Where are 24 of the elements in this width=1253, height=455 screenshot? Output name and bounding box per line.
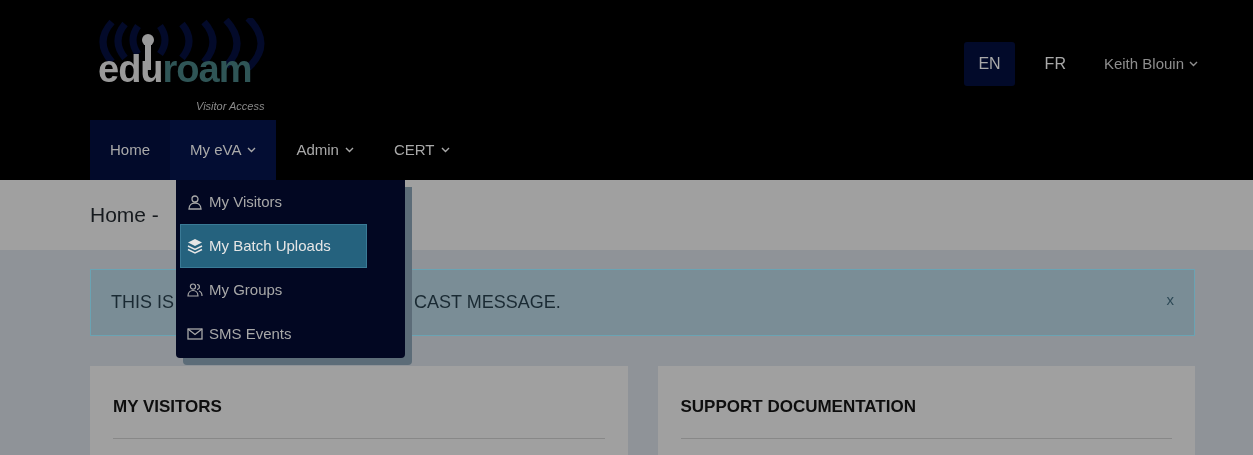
person-icon (187, 194, 203, 210)
alert-text: CAST MESSAGE. (414, 291, 561, 314)
panel-title: MY VISITORS (113, 394, 605, 439)
logo-subtitle: Visitor Access (196, 99, 265, 114)
logo-text: roam (162, 48, 252, 90)
panel-title: SUPPORT DOCUMENTATION (680, 394, 1172, 439)
menu-item[interactable]: My Groups (180, 268, 367, 312)
language-link[interactable]: FR (1030, 42, 1080, 86)
alert-text: THIS IS (111, 291, 174, 314)
caret-icon (1189, 61, 1198, 68)
nav-link[interactable]: Admin (276, 120, 374, 180)
nav-link[interactable]: My eVA (170, 120, 277, 180)
people-icon (187, 282, 203, 298)
nav-link[interactable]: Home (90, 120, 170, 180)
user-menu[interactable]: Keith Blouin (1103, 53, 1198, 76)
logo-text: edu (98, 48, 163, 90)
menu-item[interactable]: SMS Events (180, 312, 367, 356)
envelope-icon (187, 326, 203, 342)
breadcrumb-text: Home - (90, 202, 159, 229)
nav-link[interactable]: CERT (373, 120, 470, 180)
language-link[interactable]: EN (964, 42, 1015, 86)
layers-icon (187, 238, 203, 254)
menu-item[interactable]: My Visitors (180, 180, 367, 224)
menu-item[interactable]: My Batch Uploads (180, 224, 367, 268)
